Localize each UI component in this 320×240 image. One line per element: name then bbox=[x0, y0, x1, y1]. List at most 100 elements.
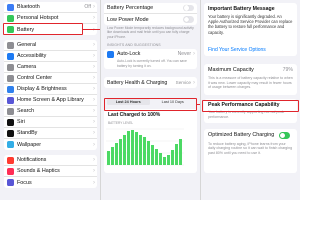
settings-row-sounds-and-haptics[interactable]: Sounds & Haptics › bbox=[4, 166, 97, 177]
settings-row-focus[interactable]: Focus › bbox=[4, 177, 97, 188]
settings-row-personal-hotspot[interactable]: Personal Hotspot › bbox=[4, 13, 97, 24]
settings-group-connectivity: BluetoothOff› Personal Hotspot › Battery › bbox=[4, 2, 97, 35]
battery-health-panel: Important Battery Message Your battery i… bbox=[200, 0, 300, 200]
chevron-right-icon: › bbox=[93, 157, 95, 163]
settings-row-label: Battery bbox=[17, 26, 35, 33]
chevron-right-icon: › bbox=[93, 75, 95, 81]
general-icon bbox=[7, 41, 14, 49]
low-power-toggle[interactable] bbox=[183, 16, 194, 23]
auto-lock-label[interactable]: Auto-Lock bbox=[117, 51, 178, 57]
settings-group-general: General › Accessibility › Camera › Control Cen… bbox=[4, 40, 97, 150]
personal-hotspot-icon bbox=[7, 14, 14, 22]
battery-health-value: Service bbox=[175, 80, 191, 86]
optimized-charging-card: Optimized Battery Charging To reduce bat… bbox=[204, 129, 297, 173]
battery-options-card: Battery Percentage Low Power Mode bbox=[104, 3, 197, 25]
insights-header: INSIGHTS AND SUGGESTIONS bbox=[107, 43, 161, 47]
battery-row-pointer bbox=[83, 29, 100, 30]
settings-row-notifications[interactable]: Notifications › bbox=[4, 155, 97, 166]
tab-last-24-hours[interactable]: Last 24 Hours bbox=[107, 99, 150, 106]
siri-icon bbox=[7, 118, 14, 126]
chevron-right-icon: › bbox=[93, 15, 95, 21]
display-icon bbox=[107, 50, 114, 58]
chevron-right-icon: › bbox=[93, 179, 95, 186]
battery-health-row[interactable]: Battery Health & Charging Service › bbox=[104, 77, 197, 88]
settings-row-control-center[interactable]: Control Center › bbox=[4, 73, 97, 84]
tab-last-10-days[interactable]: Last 10 Days bbox=[152, 99, 195, 105]
auto-lock-description: Auto-Lock is currently turned off. You c… bbox=[117, 59, 187, 68]
settings-panel: BluetoothOff› Personal Hotspot › Battery › G… bbox=[0, 0, 100, 200]
important-message-title: Important Battery Message bbox=[208, 6, 275, 12]
focus-icon bbox=[7, 179, 14, 186]
wallpaper-icon bbox=[7, 141, 14, 148]
low-power-description: Low Power Mode temporarily reduces backg… bbox=[107, 26, 194, 39]
peak-performance-card: Peak Performance Capability Your battery… bbox=[204, 99, 297, 123]
settings-row-label: Sounds & Haptics bbox=[17, 168, 60, 174]
settings-row-label: Personal Hotspot bbox=[17, 15, 59, 21]
settings-row-accessibility[interactable]: Accessibility › bbox=[4, 51, 97, 62]
chevron-right-icon: › bbox=[193, 51, 195, 58]
settings-row-standby[interactable]: StandBy › bbox=[4, 128, 97, 139]
auto-lock-value: Never bbox=[177, 51, 191, 58]
find-service-options-link[interactable]: Find Your Service Options bbox=[208, 47, 293, 53]
settings-row-label: Display & Brightness bbox=[17, 86, 67, 92]
maximum-capacity-description: This is a measure of battery capacity re… bbox=[208, 76, 293, 90]
bluetooth-icon bbox=[7, 3, 14, 11]
optimized-charging-toggle[interactable] bbox=[279, 132, 290, 139]
chevron-right-icon: › bbox=[93, 108, 95, 114]
optimized-charging-label: Optimized Battery Charging bbox=[208, 132, 275, 139]
search-icon bbox=[7, 107, 14, 115]
chevron-right-icon: › bbox=[93, 119, 95, 125]
battery-panel: Battery Percentage Low Power Mode Low Po… bbox=[100, 0, 200, 200]
settings-row-label: StandBy bbox=[17, 130, 38, 136]
chevron-right-icon: › bbox=[93, 53, 95, 59]
low-power-label: Low Power Mode bbox=[107, 16, 149, 23]
settings-row-label: Siri bbox=[17, 119, 25, 125]
low-power-row[interactable]: Low Power Mode bbox=[104, 14, 197, 25]
settings-row-label: Wallpaper bbox=[17, 141, 42, 148]
important-message-card: Important Battery Message Your battery i… bbox=[204, 3, 297, 56]
battery-percentage-toggle[interactable] bbox=[183, 4, 194, 12]
battery-percentage-row[interactable]: Battery Percentage bbox=[104, 3, 197, 14]
settings-row-label: Focus bbox=[17, 179, 32, 186]
battery-health-label: Battery Health & Charging bbox=[107, 79, 168, 86]
settings-row-siri[interactable]: Siri › bbox=[4, 117, 97, 128]
settings-row-search[interactable]: Search › bbox=[4, 106, 97, 117]
settings-row-wallpaper[interactable]: Wallpaper › bbox=[4, 139, 97, 150]
settings-row-display-and-brightness[interactable]: Display & Brightness › bbox=[4, 84, 97, 95]
battery-level-header: BATTERY LEVEL bbox=[108, 121, 134, 126]
chevron-right-icon: › bbox=[93, 4, 95, 10]
settings-row-general[interactable]: General › bbox=[4, 40, 97, 51]
insights-card: Auto-Lock Never › Auto-Lock is currently… bbox=[104, 49, 197, 70]
battery-chart-card: Last Charged to 100% BATTERY LEVEL bbox=[104, 109, 197, 174]
standby-icon bbox=[7, 129, 14, 137]
settings-row-camera[interactable]: Camera › bbox=[4, 62, 97, 73]
chevron-right-icon: › bbox=[93, 97, 95, 103]
maximum-capacity-value: 79% bbox=[282, 67, 293, 73]
settings-row-value: Off bbox=[84, 4, 91, 10]
settings-row-label: Camera bbox=[17, 64, 37, 70]
battery-level-chart bbox=[106, 129, 184, 166]
chevron-right-icon: › bbox=[93, 64, 95, 70]
chevron-right-icon: › bbox=[193, 79, 195, 86]
notifications-icon bbox=[7, 156, 14, 164]
chevron-right-icon: › bbox=[93, 86, 95, 92]
settings-row-label: General bbox=[17, 42, 37, 48]
maximum-capacity-card: Maximum Capacity 79% This is a measure o… bbox=[204, 64, 297, 95]
chevron-right-icon: › bbox=[93, 130, 95, 136]
usage-range-tabs: Last 24 Hours Last 10 Days bbox=[101, 98, 200, 106]
settings-row-label: Accessibility bbox=[17, 53, 47, 59]
settings-group-notifications: Notifications › Sounds & Haptics › Focus › bbox=[4, 155, 97, 188]
peak-performance-description: Your battery is currently supporting nor… bbox=[208, 110, 285, 119]
settings-row-bluetooth[interactable]: Bluetooth Off › bbox=[4, 2, 97, 13]
accessibility-icon bbox=[7, 52, 14, 60]
camera-icon bbox=[7, 63, 14, 71]
chevron-right-icon: › bbox=[93, 42, 95, 48]
maximum-capacity-label: Maximum Capacity bbox=[208, 67, 254, 73]
chevron-right-icon: › bbox=[93, 141, 95, 148]
battery-percentage-label: Battery Percentage bbox=[107, 5, 154, 11]
last-charged-text: Last Charged to 100% bbox=[108, 112, 161, 119]
peak-performance-label: Peak Performance Capability bbox=[208, 102, 280, 108]
settings-row-home-screen-and-app-library[interactable]: Home Screen & App Library › bbox=[4, 95, 97, 106]
optimized-charging-description: To reduce battery aging, iPhone learns f… bbox=[208, 141, 293, 155]
settings-row-label: Control Center bbox=[17, 75, 53, 81]
